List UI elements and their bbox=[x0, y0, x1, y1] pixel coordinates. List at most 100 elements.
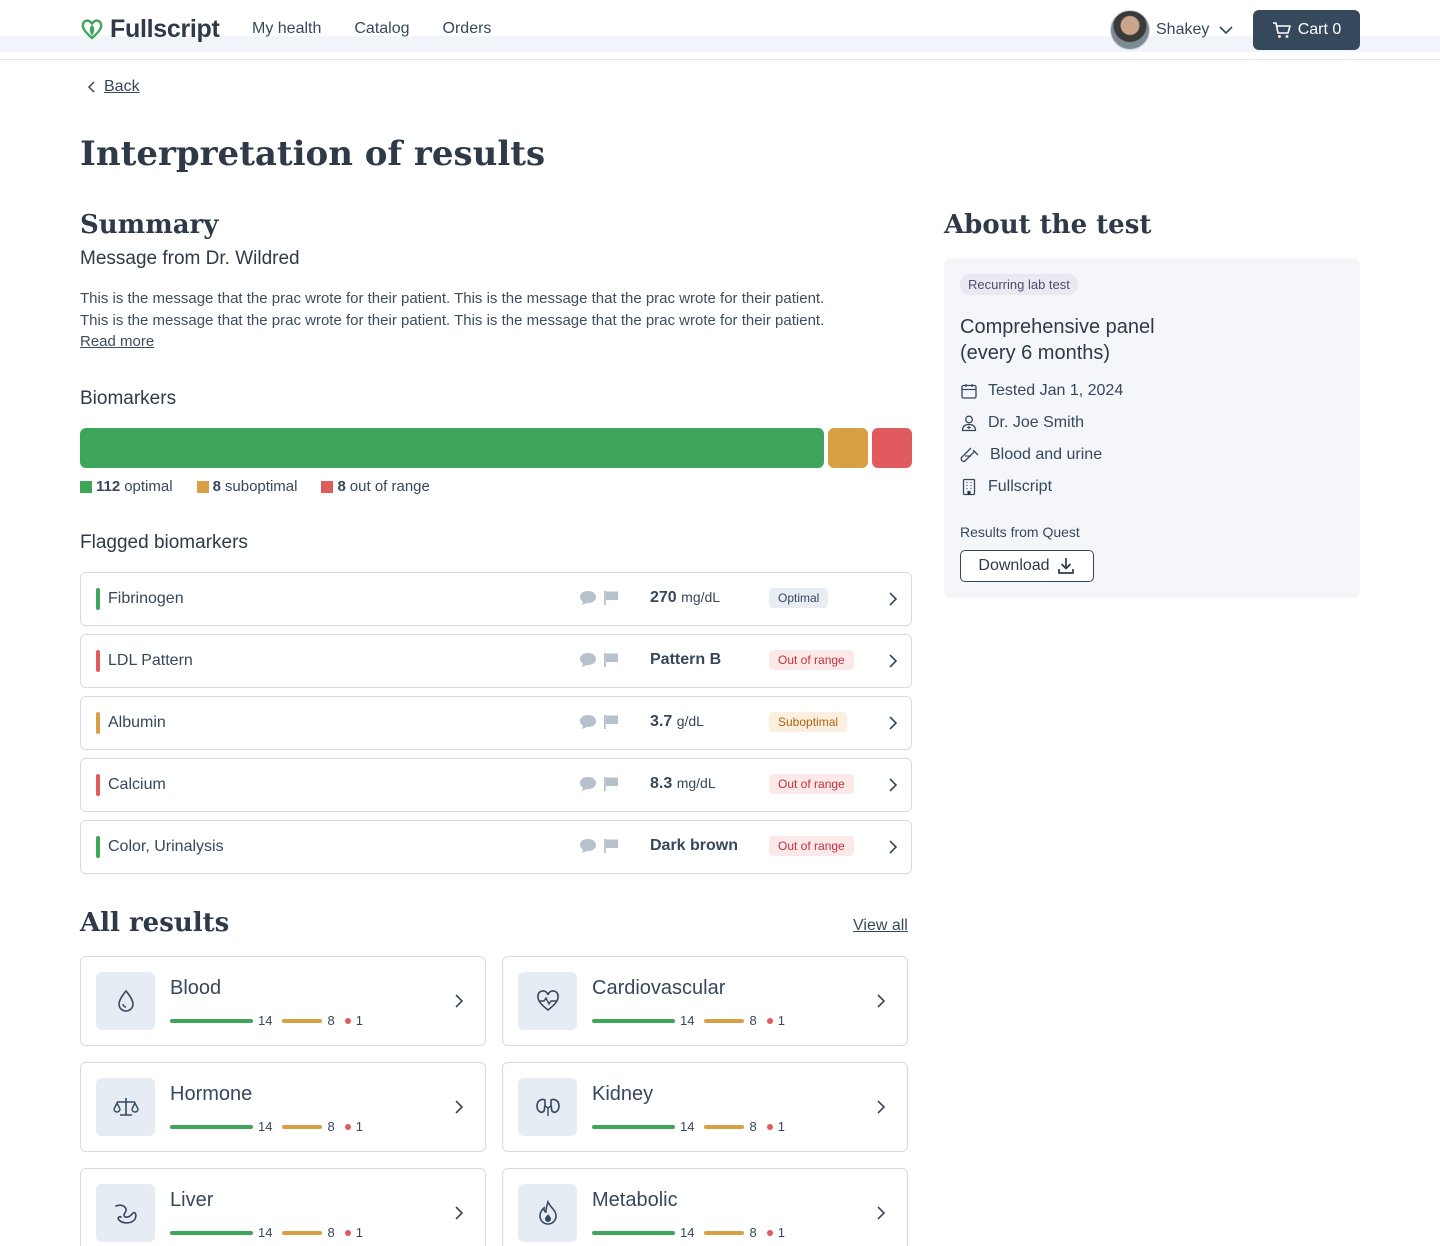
user-name: Shakey bbox=[1156, 21, 1210, 38]
sample-type-row: Blood and urine bbox=[960, 446, 1102, 464]
flagged-row[interactable]: Calcium 8.3 mg/dL Out of range bbox=[80, 758, 912, 812]
biomarker-value: 270 mg/dL bbox=[650, 589, 720, 607]
calendar-icon bbox=[961, 384, 977, 399]
nav-catalog[interactable]: Catalog bbox=[354, 20, 409, 38]
chevron-right-icon bbox=[889, 716, 898, 730]
optimal-count: 14 bbox=[680, 1119, 695, 1134]
flag-icon bbox=[604, 653, 618, 667]
suboptimal-count: 8 bbox=[749, 1225, 757, 1240]
back-link[interactable]: Back bbox=[86, 78, 140, 96]
category-icon-box bbox=[518, 1184, 577, 1242]
user-menu[interactable]: Shakey bbox=[1110, 10, 1237, 50]
suboptimal-segment bbox=[828, 428, 868, 468]
suboptimal-count: 8 bbox=[749, 1013, 757, 1028]
nav-orders[interactable]: Orders bbox=[443, 20, 492, 38]
out-count: 1 bbox=[777, 1119, 785, 1134]
status-indicator bbox=[96, 712, 100, 734]
flagged-row[interactable]: LDL Pattern Pattern B Out of range bbox=[80, 634, 912, 688]
chevron-right-icon bbox=[889, 592, 898, 606]
suboptimal-count: 8 bbox=[327, 1013, 335, 1028]
value-number: Pattern B bbox=[650, 651, 722, 668]
back-label: Back bbox=[104, 78, 140, 95]
provider-row: Fullscript bbox=[960, 478, 1052, 496]
flagged-row[interactable]: Color, Urinalysis Dark brown Out of rang… bbox=[80, 820, 912, 874]
about-test-heading: About the test bbox=[944, 210, 1152, 240]
test-name-line-1: Comprehensive panel bbox=[960, 316, 1155, 338]
flagged-row[interactable]: Albumin 3.7 g/dL Suboptimal bbox=[80, 696, 912, 750]
category-icon-box bbox=[518, 972, 577, 1030]
out-of-range-dot bbox=[766, 1123, 773, 1130]
optimal-mini-bar bbox=[170, 1018, 253, 1023]
category-card-metabolic[interactable]: Metabolic 14 8 1 bbox=[502, 1168, 908, 1246]
biomarker-value: Dark brown bbox=[650, 837, 738, 855]
test-name: Comprehensive panel (every 6 months) bbox=[960, 314, 1220, 366]
sample-type: Blood and urine bbox=[990, 446, 1103, 463]
flagged-heading: Flagged biomarkers bbox=[80, 532, 248, 553]
chevron-right-icon bbox=[889, 778, 898, 792]
legend-suboptimal: 8 suboptimal bbox=[196, 478, 298, 495]
legend-out-of-range: 8 out of range bbox=[321, 478, 430, 495]
comment-icon bbox=[580, 839, 596, 853]
optimal-label: optimal bbox=[124, 478, 173, 495]
category-card-hormone[interactable]: Hormone 14 8 1 bbox=[80, 1062, 486, 1152]
optimal-swatch bbox=[80, 480, 92, 493]
building-icon bbox=[962, 478, 976, 496]
biomarker-distribution-bar bbox=[80, 428, 912, 468]
optimal-count: 14 bbox=[258, 1225, 273, 1240]
brand-logo[interactable]: Fullscript bbox=[80, 14, 220, 44]
suboptimal-label: suboptimal bbox=[224, 478, 298, 495]
doctor-row: Dr. Joe Smith bbox=[960, 414, 1084, 432]
main-nav: My health Catalog Orders bbox=[252, 20, 491, 38]
drop-icon bbox=[117, 989, 134, 1012]
biomarker-legend: 112 optimal 8 suboptimal 8 out of range bbox=[80, 478, 454, 495]
read-more-link[interactable]: Read more bbox=[80, 333, 154, 350]
summary-heading: Summary bbox=[80, 210, 219, 240]
nav-my-health[interactable]: My health bbox=[252, 20, 321, 38]
optimal-mini-bar bbox=[592, 1230, 675, 1235]
cart-button[interactable]: Cart 0 bbox=[1253, 10, 1360, 50]
out-count: 1 bbox=[777, 1225, 785, 1240]
category-card-blood[interactable]: Blood 14 8 1 bbox=[80, 956, 486, 1046]
out-count: 1 bbox=[355, 1225, 363, 1240]
chevron-left-icon bbox=[87, 81, 95, 93]
download-label: Download bbox=[978, 557, 1050, 574]
scale-icon bbox=[112, 1098, 139, 1116]
biomarker-name: LDL Pattern bbox=[108, 652, 193, 669]
category-mini-bars: 14 8 1 bbox=[170, 1225, 363, 1240]
tested-date-row: Tested Jan 1, 2024 bbox=[960, 382, 1123, 400]
status-badge: Out of range bbox=[769, 836, 854, 856]
row-icons bbox=[579, 652, 619, 668]
optimal-mini-bar bbox=[592, 1124, 675, 1129]
out-of-range-dot bbox=[344, 1123, 351, 1130]
row-icons bbox=[579, 590, 619, 606]
about-test-card: Recurring lab test Comprehensive panel (… bbox=[944, 258, 1360, 598]
kidney-icon bbox=[535, 1098, 560, 1116]
optimal-mini-bar bbox=[170, 1124, 253, 1129]
chevron-right-icon bbox=[877, 1100, 886, 1114]
category-icon-box bbox=[96, 1078, 155, 1136]
heart-pulse-icon bbox=[536, 990, 559, 1012]
category-mini-bars: 14 8 1 bbox=[592, 1119, 785, 1134]
optimal-segment bbox=[80, 428, 824, 468]
value-unit: mg/dL bbox=[681, 589, 721, 605]
comment-icon bbox=[580, 777, 596, 791]
category-mini-bars: 14 8 1 bbox=[170, 1013, 363, 1028]
flagged-row[interactable]: Fibrinogen 270 mg/dL Optimal bbox=[80, 572, 912, 626]
category-card-liver[interactable]: Liver 14 8 1 bbox=[80, 1168, 486, 1246]
category-card-cardiovascular[interactable]: Cardiovascular 14 8 1 bbox=[502, 956, 908, 1046]
optimal-mini-bar bbox=[592, 1018, 675, 1023]
download-icon bbox=[1057, 558, 1074, 574]
out-of-range-swatch bbox=[321, 480, 334, 493]
message-line-1: This is the message that the prac wrote … bbox=[80, 290, 825, 307]
optimal-count: 112 bbox=[96, 478, 121, 495]
category-card-kidney[interactable]: Kidney 14 8 1 bbox=[502, 1062, 908, 1152]
out-of-range-dot bbox=[344, 1017, 351, 1024]
status-indicator bbox=[96, 836, 100, 858]
suboptimal-count: 8 bbox=[212, 478, 221, 495]
view-all-link[interactable]: View all bbox=[853, 917, 908, 935]
download-button[interactable]: Download bbox=[960, 550, 1094, 582]
status-indicator bbox=[96, 774, 100, 796]
status-indicator bbox=[96, 650, 100, 672]
liver-icon bbox=[114, 1204, 137, 1224]
biomarker-name: Color, Urinalysis bbox=[108, 838, 224, 855]
